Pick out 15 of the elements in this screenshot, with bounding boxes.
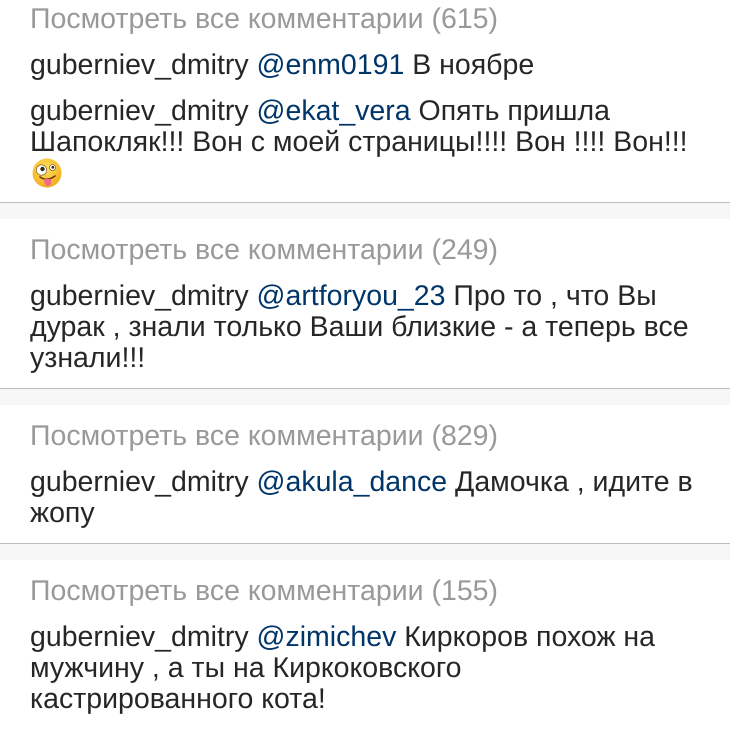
comment-text: guberniev_dmitry @artforyou_23 Про то , что Вы дурак , знали только Ваши близкие - а теперь все узнали!!! (30, 281, 690, 374)
mention-link[interactable]: @artforyou_23 (256, 280, 446, 312)
username-link[interactable]: guberniev_dmitry (30, 95, 249, 127)
mention-link[interactable]: @akula_dance (256, 466, 448, 498)
username-link[interactable]: guberniev_dmitry (30, 280, 249, 312)
username-link[interactable]: guberniev_dmitry (30, 466, 249, 498)
comment-text: guberniev_dmitry @akula_dance Дамочка , идите в жопу (30, 467, 694, 529)
username-link[interactable]: guberniev_dmitry (30, 49, 249, 81)
username-link[interactable]: guberniev_dmitry (30, 621, 249, 653)
comment-text: guberniev_dmitry @enm0191 В ноябре (30, 50, 536, 81)
mention-link[interactable]: @ekat_vera (256, 95, 411, 127)
mention-link[interactable]: @zimichev (256, 621, 396, 653)
comment-text: guberniev_dmitry @zimichev Киркоров похож на мужчину , а ты на Киркоковского кастрированного кота! (30, 622, 656, 715)
mention-link[interactable]: @enm0191 (256, 49, 404, 81)
comment-text: guberniev_dmitry @ekat_vera Опять пришла Шапокляк!!! Вон с моей страницы!!!! Вон !!!! Вон!!! (30, 96, 689, 158)
